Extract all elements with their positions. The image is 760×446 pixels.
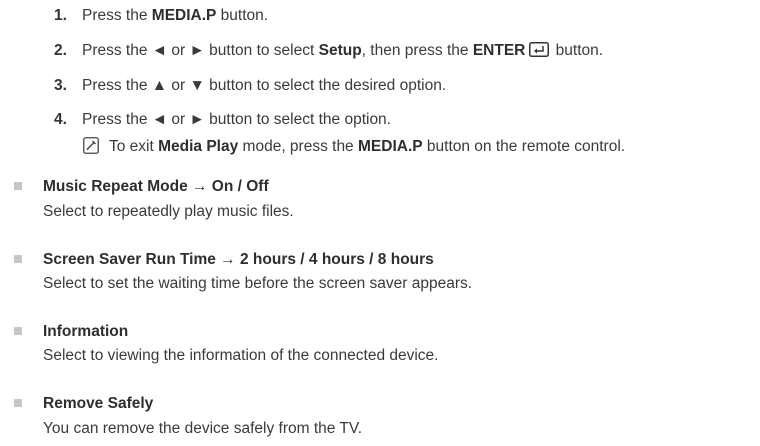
step-3: 3. Press the ▲ or ▼ button to select the … <box>54 76 446 96</box>
option-title: Information <box>43 323 129 340</box>
step-text: Press the ◄ or ► button to select the op… <box>82 111 391 128</box>
step-text: , then press the <box>361 42 473 59</box>
option-remove-safely: Remove Safely <box>14 394 153 414</box>
option-description: Select to viewing the information of the… <box>43 347 439 364</box>
setup-label: Setup <box>318 42 362 59</box>
bullet-square-icon <box>14 182 22 190</box>
option-title: Screen Saver Run Time → 2 hours / 4 hour… <box>43 251 434 268</box>
media-p-label: MEDIA.P <box>358 138 423 155</box>
option-description: Select to set the waiting time before th… <box>43 275 473 292</box>
note-text: mode, press the <box>238 138 358 155</box>
step-number: 3. <box>54 77 67 94</box>
media-play-label: Media Play <box>158 138 239 155</box>
step-text: Press the ▲ or ▼ button to select the de… <box>82 77 447 94</box>
note-text: To exit <box>109 138 159 155</box>
bullet-square-icon <box>14 255 22 263</box>
step-text: button. <box>216 7 269 24</box>
option-music-repeat-mode: Music Repeat Mode → On / Off <box>14 177 269 197</box>
note-icon <box>83 137 99 160</box>
step-number: 4. <box>54 111 67 128</box>
bullet-square-icon <box>14 327 22 335</box>
note-text: button on the remote control. <box>422 138 626 155</box>
step-1: 1. Press the MEDIA.P button. <box>54 6 268 26</box>
option-screen-saver-run-time: Screen Saver Run Time → 2 hours / 4 hour… <box>14 250 434 270</box>
step-text: Press the ◄ or ► button to select <box>82 42 319 59</box>
enter-label: ENTER <box>472 42 526 59</box>
media-p-label: MEDIA.P <box>151 7 217 24</box>
enter-icon <box>529 42 550 63</box>
step-number: 1. <box>54 7 67 24</box>
option-description: Select to repeatedly play music files. <box>43 203 294 220</box>
note: To exit Media Play mode, press the MEDIA… <box>83 137 625 160</box>
option-information: Information <box>14 322 128 342</box>
option-title: Music Repeat Mode → On / Off <box>43 178 269 195</box>
bullet-square-icon <box>14 399 22 407</box>
step-number: 2. <box>54 42 67 59</box>
option-description: You can remove the device safely from th… <box>43 420 363 437</box>
step-2: 2. Press the ◄ or ► button to select Setu… <box>54 41 603 63</box>
step-text: button. <box>551 42 604 59</box>
step-4: 4. Press the ◄ or ► button to select the … <box>54 110 391 130</box>
step-text: Press the <box>82 7 152 24</box>
option-title: Remove Safely <box>43 395 154 412</box>
